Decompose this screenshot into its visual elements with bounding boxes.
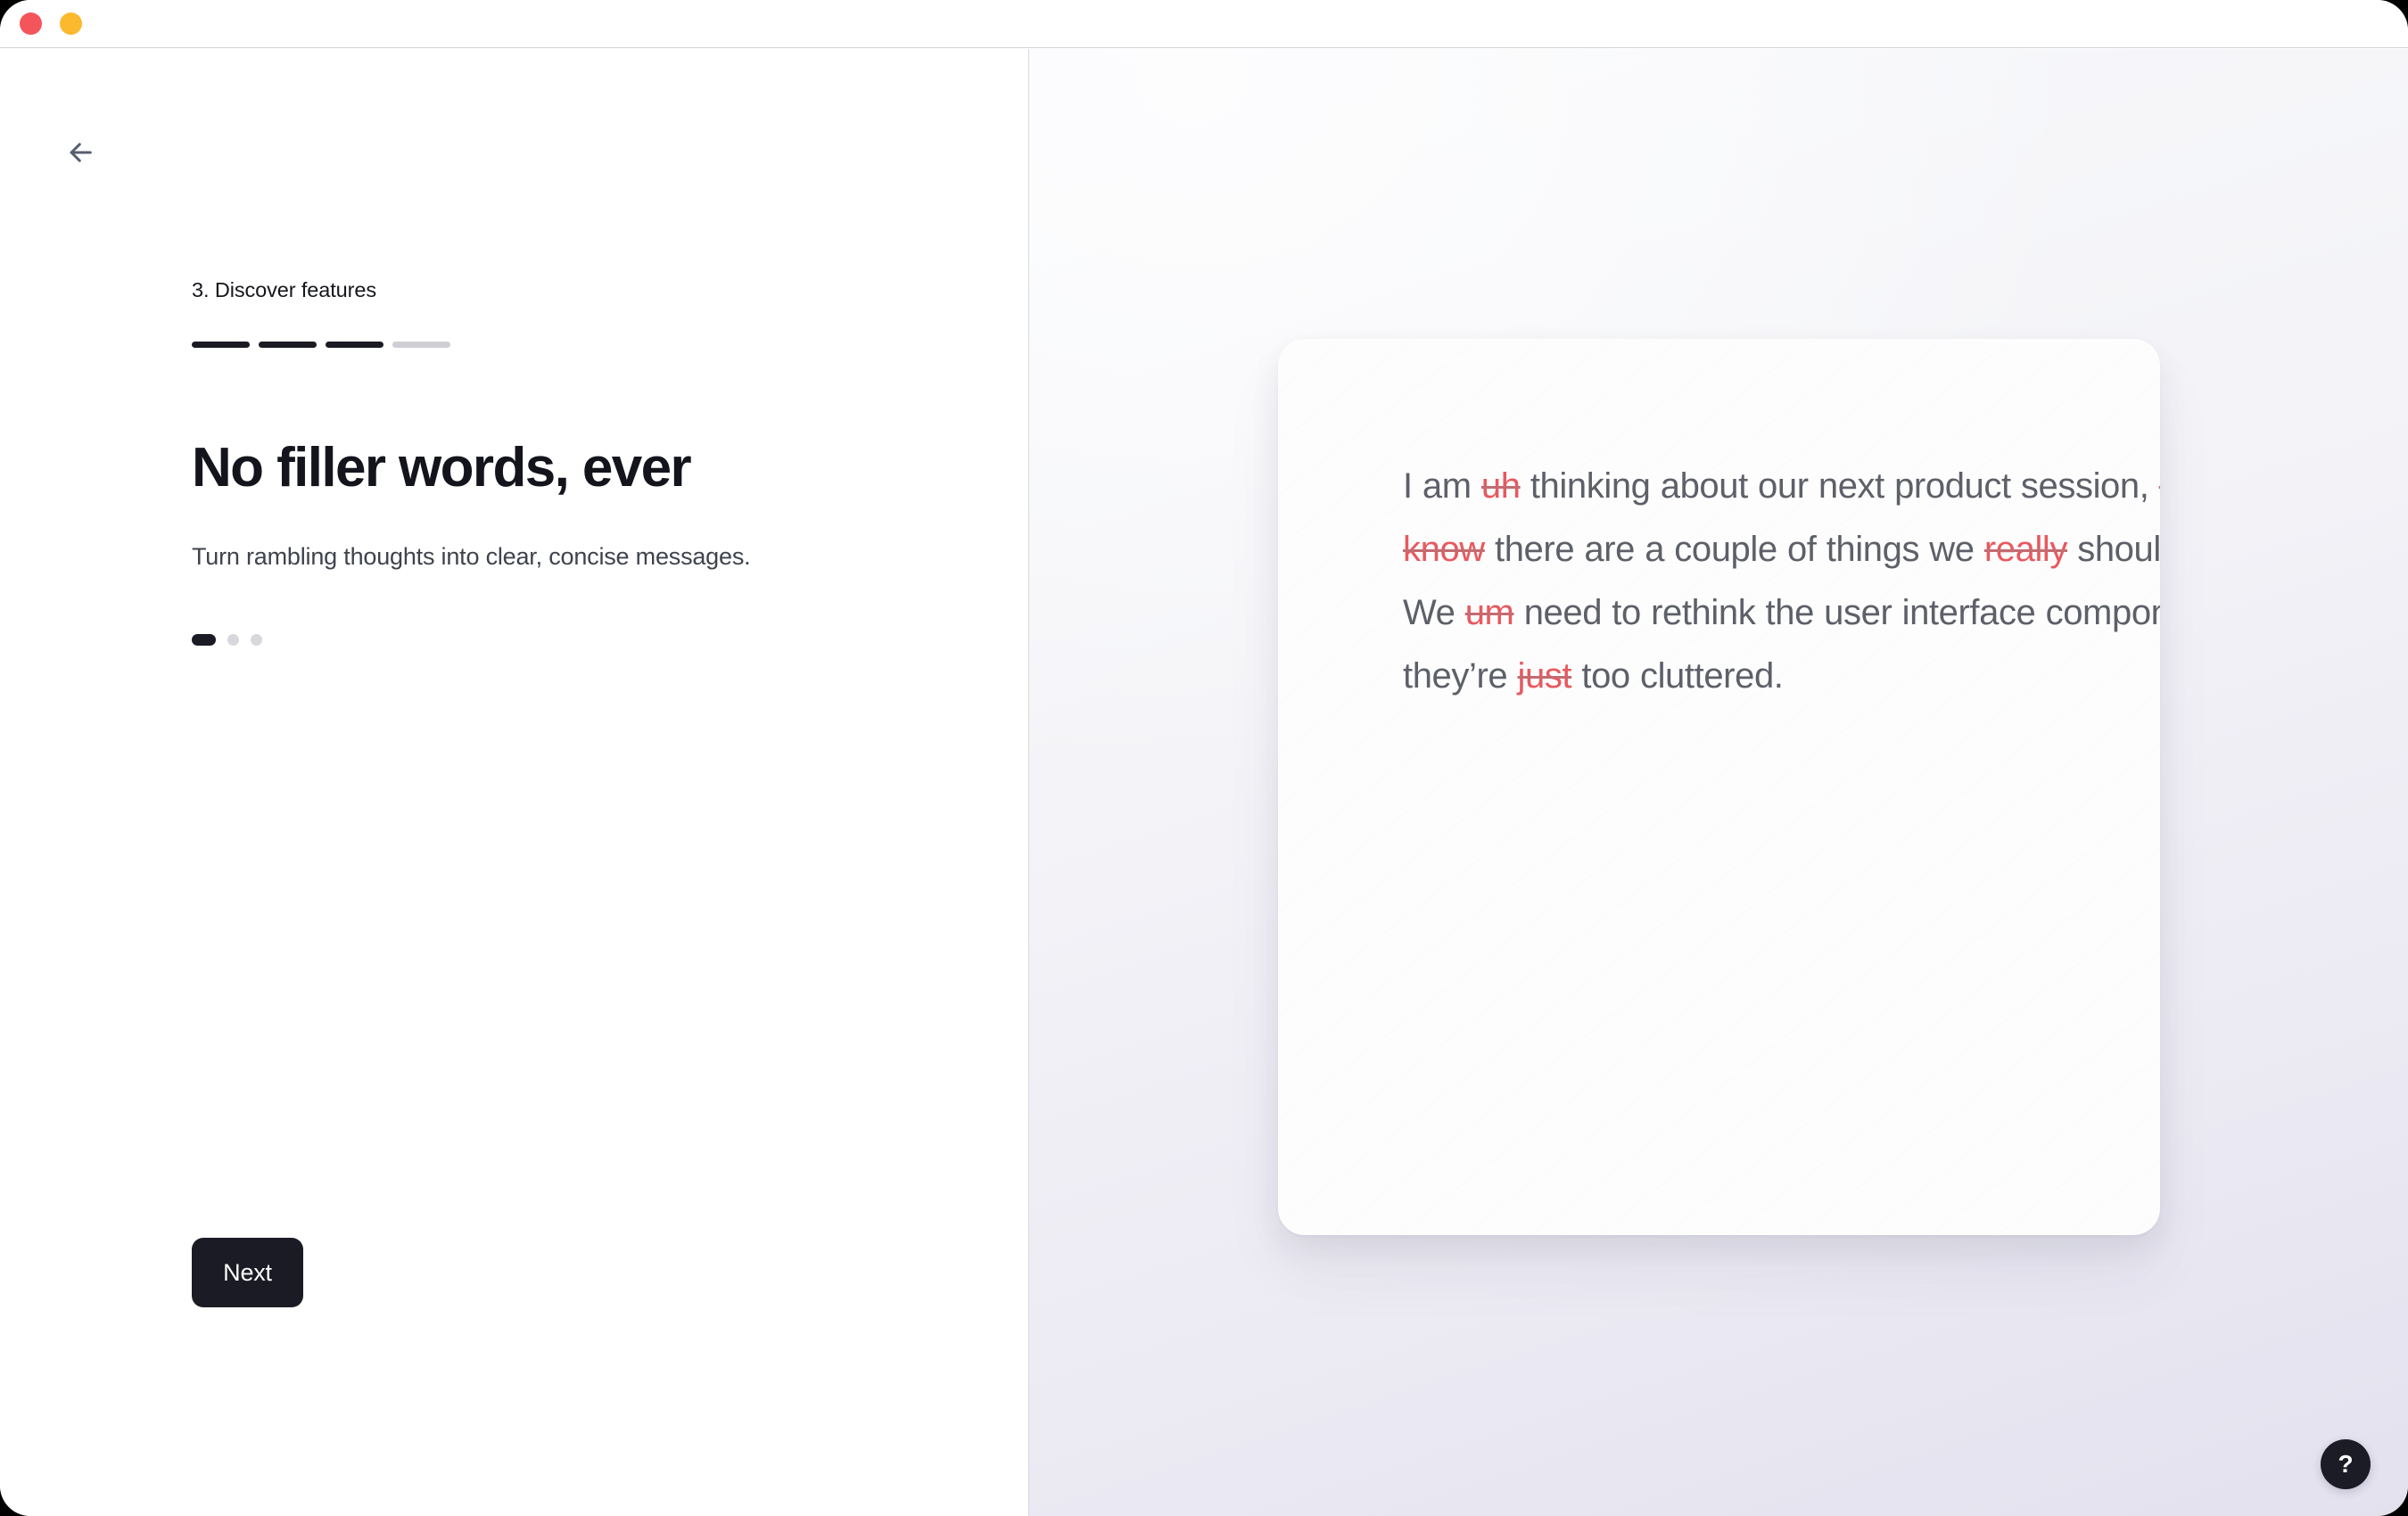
title-bar [0, 0, 2408, 48]
preview-pane: I am uh thinking about our next product … [1029, 49, 2408, 1516]
transcript-card: I am uh thinking about our next product … [1278, 339, 2160, 1235]
filler-word: just [1517, 656, 1572, 696]
step-bar-1 [192, 341, 250, 348]
traffic-light-group [20, 12, 82, 35]
carousel-dot-1[interactable] [192, 633, 216, 646]
onboarding-pane: 3. Discover features No filler words, ev… [0, 49, 1029, 1516]
step-bar-4 [392, 341, 450, 348]
main-split: 3. Discover features No filler words, ev… [0, 49, 2408, 1516]
transcript-segment: I am [1403, 466, 1481, 506]
transcript-segment: session, [2020, 466, 2159, 506]
transcript-segment: thinking about our next product [1520, 466, 2021, 506]
filler-word: uh [1480, 466, 1521, 506]
minimize-window-button[interactable] [60, 12, 82, 35]
step-bar-2 [259, 341, 317, 348]
arrow-left-icon [65, 137, 95, 168]
step-progress-bars [192, 341, 870, 348]
app-window: 3. Discover features No filler words, ev… [0, 0, 2408, 1516]
filler-word: um [1464, 593, 1514, 632]
help-button[interactable]: ? [2321, 1439, 2371, 1489]
carousel-dot-2[interactable] [227, 633, 239, 646]
onboarding-content: 3. Discover features No filler words, ev… [192, 276, 870, 646]
back-button[interactable] [55, 128, 105, 177]
page-subtitle: Turn rambling thoughts into clear, conci… [192, 542, 751, 570]
transcript-segment: too cluttered. [1571, 656, 1784, 696]
step-label: 3. Discover features [192, 278, 376, 301]
carousel-dot-3[interactable] [251, 633, 262, 646]
filler-word: really [1983, 530, 2068, 569]
carousel-dots [192, 633, 870, 646]
next-button[interactable]: Next [192, 1238, 303, 1307]
transcript-text: I am uh thinking about our next product … [1403, 455, 2160, 708]
close-window-button[interactable] [20, 12, 42, 35]
page-title: No filler words, ever [192, 436, 692, 498]
transcript-segment: there are a couple of things we [1484, 530, 1984, 569]
step-bar-3 [326, 341, 383, 348]
